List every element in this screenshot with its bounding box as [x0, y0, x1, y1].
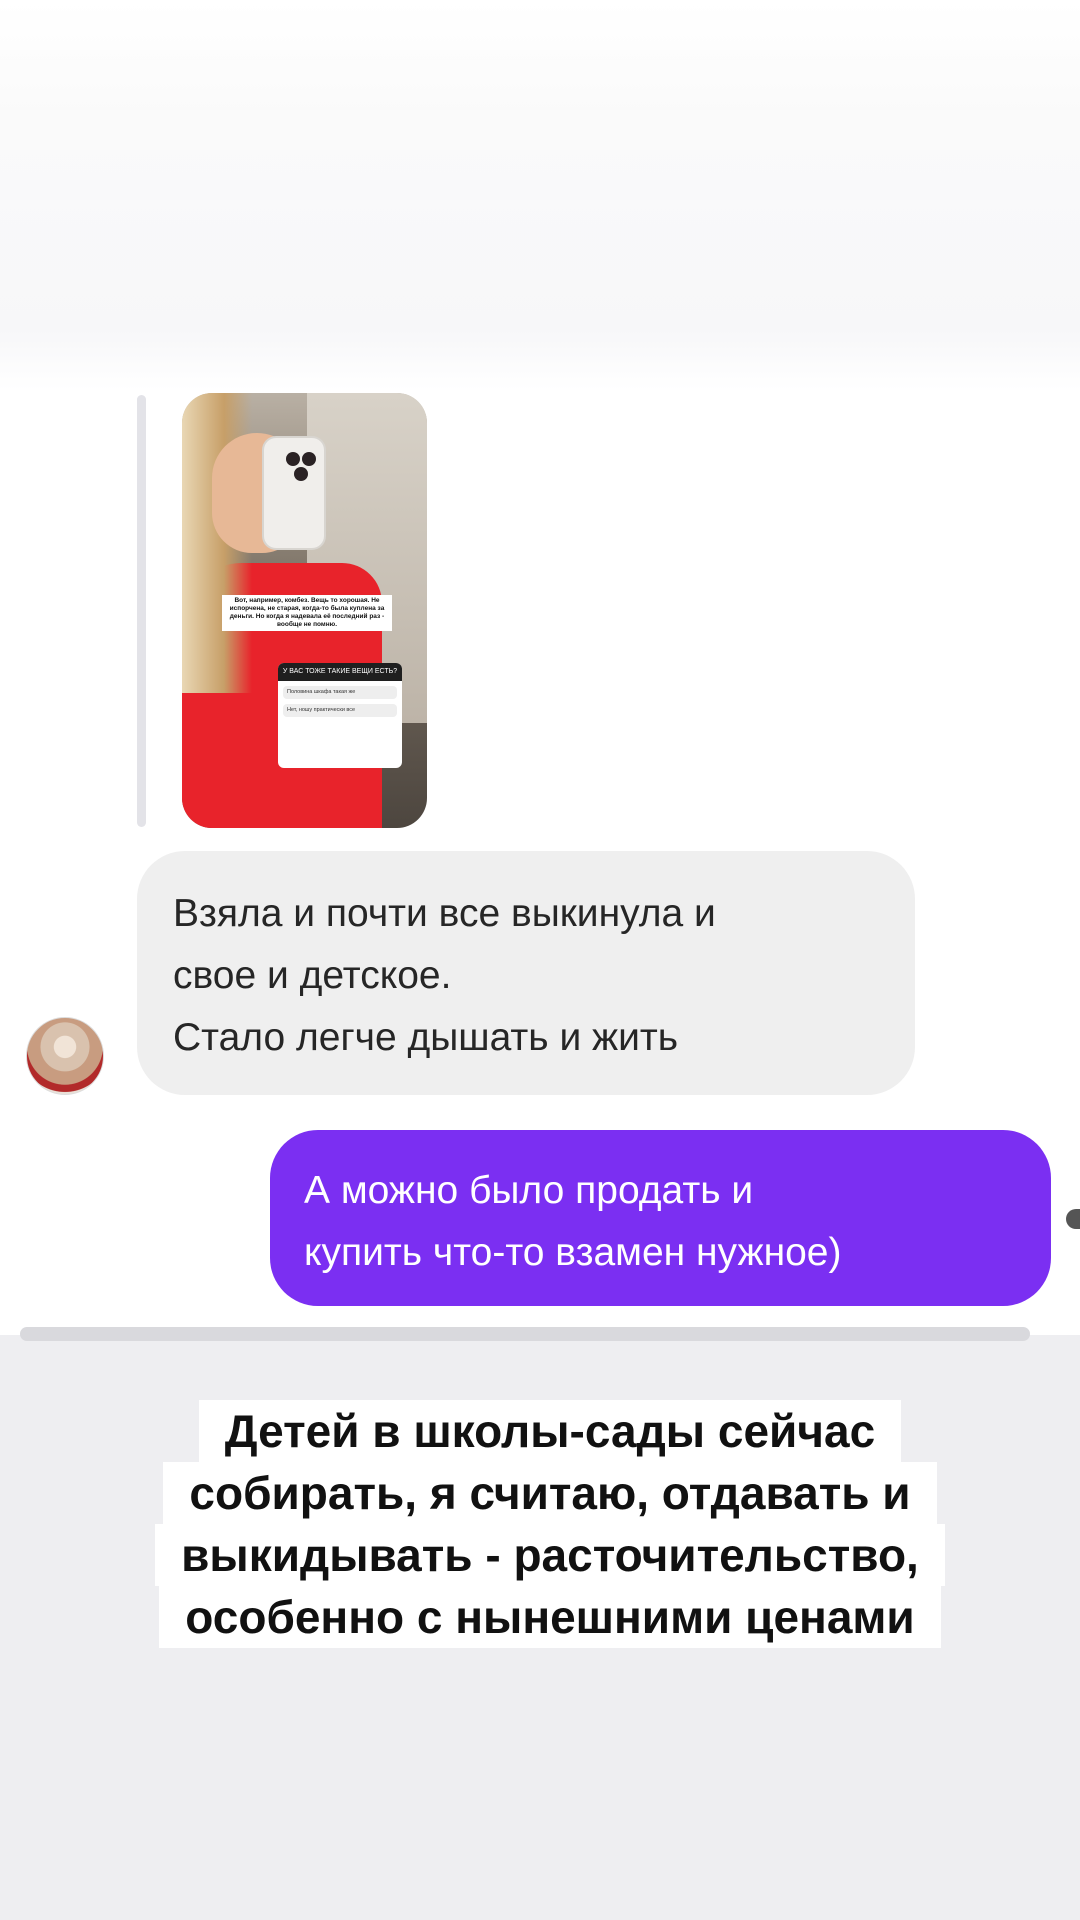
caption-line: выкидывать - расточительство, [155, 1524, 945, 1586]
camera-lens-icon [302, 452, 316, 466]
story-caption: Вот, например, комбез. Вещь то хорошая. … [222, 595, 392, 631]
message-line: Взяла и почти все выкинула и [173, 892, 716, 935]
camera-lens-icon [294, 467, 308, 481]
overlay-caption: Детей в школы-сады сейчас собирать, я сч… [100, 1400, 1000, 1648]
story-phone [264, 438, 324, 548]
outgoing-message-bubble[interactable]: А можно было продать и купить что-то вза… [270, 1130, 1051, 1306]
reply-quote-bar [137, 395, 146, 827]
next-bubble-edge [20, 1327, 1030, 1341]
sender-avatar[interactable] [26, 1017, 104, 1095]
caption-line: особенно с нынешними ценами [159, 1586, 941, 1648]
quiz-question: У ВАС ТОЖЕ ТАКИЕ ВЕЩИ ЕСТЬ? [278, 663, 402, 681]
caption-line: Детей в школы-сады сейчас [198, 1400, 902, 1462]
message-line: А можно было продать и [304, 1169, 754, 1212]
message-line: свое и детское. [173, 954, 452, 997]
message-line: Стало легче дышать и жить [173, 1016, 679, 1059]
quiz-option: Половина шкафа такая же [283, 686, 397, 699]
edge-indicator [1066, 1209, 1080, 1229]
incoming-message-bubble[interactable]: Взяла и почти все выкинула и свое и детс… [137, 851, 915, 1095]
camera-lens-icon [286, 452, 300, 466]
story-quiz-sticker: У ВАС ТОЖЕ ТАКИЕ ВЕЩИ ЕСТЬ? Половина шка… [278, 663, 402, 768]
story-reply-preview[interactable]: Вот, например, комбез. Вещь то хорошая. … [182, 393, 427, 828]
quiz-option: Нет, ношу практически все [283, 704, 397, 717]
message-line: купить что-то взамен нужное) [304, 1231, 842, 1274]
top-blank-area [0, 0, 1080, 390]
caption-line: собирать, я считаю, отдавать и [163, 1462, 937, 1524]
